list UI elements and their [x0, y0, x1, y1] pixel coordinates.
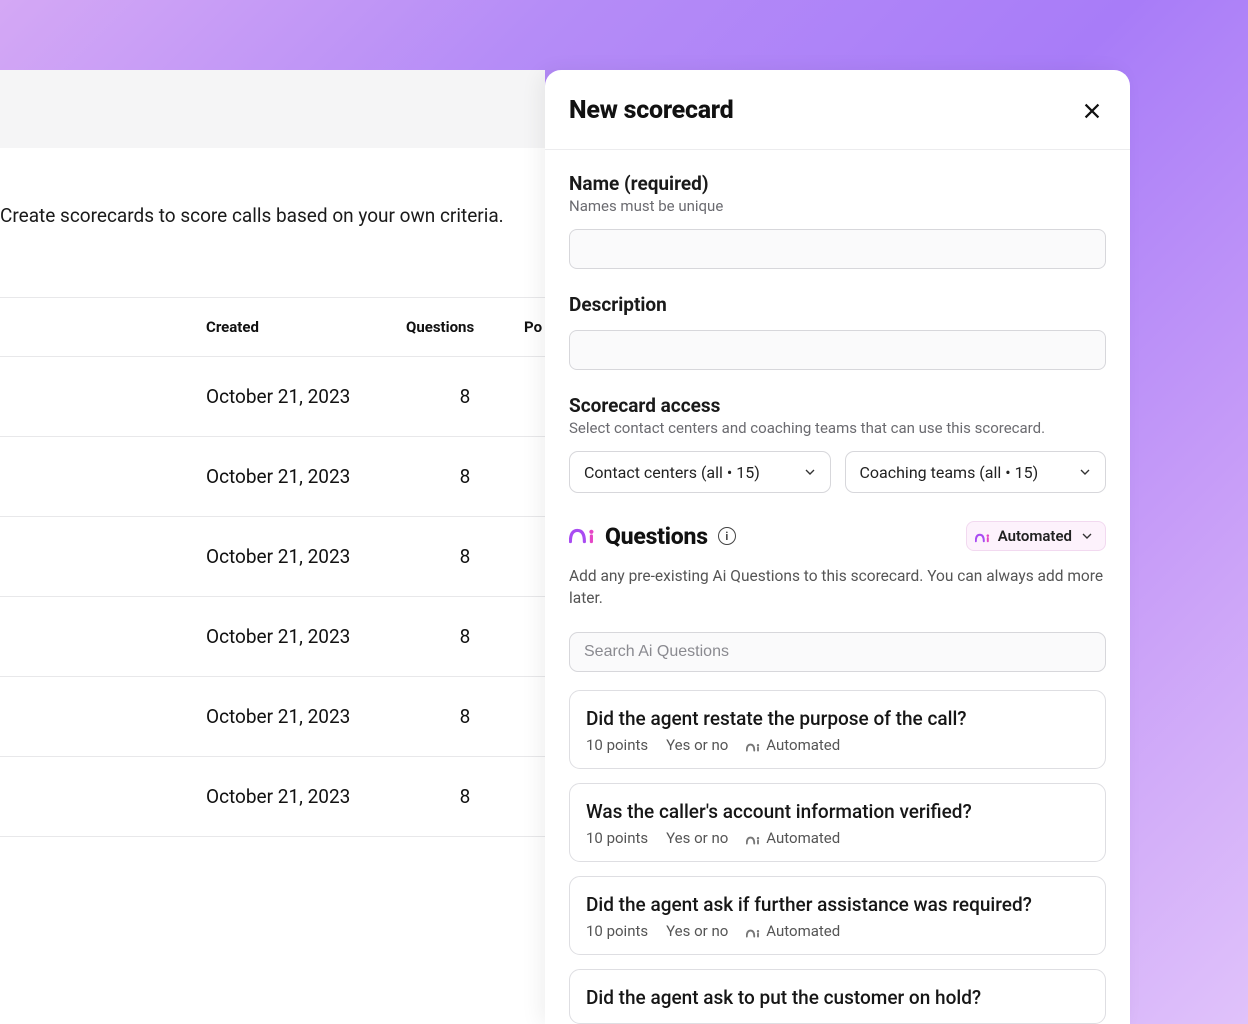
table-row[interactable]: October 21, 2023 8 — [0, 677, 545, 757]
question-card[interactable]: Did the agent ask to put the customer on… — [569, 969, 1106, 1024]
cell-questions: 8 — [406, 385, 524, 408]
cell-created: October 21, 2023 — [206, 545, 406, 568]
column-header-points[interactable]: Po — [524, 318, 544, 336]
new-scorecard-panel: New scorecard Name (required) Names must… — [545, 70, 1130, 1024]
description-input[interactable] — [569, 330, 1106, 370]
table-row[interactable]: October 21, 2023 8 — [0, 437, 545, 517]
search-questions-input[interactable] — [569, 632, 1106, 672]
ai-icon — [746, 832, 761, 843]
question-mode: Automated — [766, 922, 840, 940]
background-table: Created Questions Po October 21, 2023 8 … — [0, 297, 545, 837]
question-mode: Automated — [766, 736, 840, 754]
name-label: Name (required) — [569, 172, 1106, 195]
question-points: 10 points — [586, 922, 648, 940]
description-label: Description — [569, 293, 1106, 316]
questions-title: Questions — [605, 523, 708, 550]
column-header-created[interactable]: Created — [206, 318, 406, 336]
table-row[interactable]: October 21, 2023 8 — [0, 517, 545, 597]
close-button[interactable] — [1078, 97, 1106, 125]
chevron-down-icon — [1079, 528, 1095, 544]
info-icon[interactable]: i — [718, 527, 736, 545]
cell-created: October 21, 2023 — [206, 385, 406, 408]
question-type: Yes or no — [666, 829, 728, 847]
chevron-down-icon — [802, 464, 818, 480]
table-header-row: Created Questions Po — [0, 297, 545, 357]
coaching-teams-select[interactable]: Coaching teams (all • 15) — [845, 451, 1107, 493]
close-icon — [1081, 100, 1103, 122]
automated-filter-select[interactable]: Automated — [966, 521, 1106, 551]
questions-block: Questions i Automated — [569, 521, 1106, 1024]
table-row[interactable]: October 21, 2023 8 — [0, 597, 545, 677]
contact-centers-select-label: Contact centers (all • 15) — [584, 463, 760, 482]
contact-centers-select[interactable]: Contact centers (all • 15) — [569, 451, 831, 493]
panel-title: New scorecard — [569, 96, 733, 125]
coaching-teams-select-label: Coaching teams (all • 15) — [860, 463, 1039, 482]
question-points: 10 points — [586, 829, 648, 847]
cell-created: October 21, 2023 — [206, 465, 406, 488]
cell-questions: 8 — [406, 465, 524, 488]
panel-header: New scorecard — [545, 70, 1130, 150]
question-title: Did the agent restate the purpose of the… — [586, 707, 1089, 730]
background-page: Create scorecards to score calls based o… — [0, 70, 545, 1024]
question-title: Did the agent ask if further assistance … — [586, 893, 1089, 916]
question-type: Yes or no — [666, 736, 728, 754]
column-header-questions[interactable]: Questions — [406, 318, 524, 336]
question-card[interactable]: Did the agent restate the purpose of the… — [569, 690, 1106, 769]
ai-icon — [746, 739, 761, 750]
cell-created: October 21, 2023 — [206, 785, 406, 808]
question-type: Yes or no — [666, 922, 728, 940]
background-header-strip — [0, 70, 545, 148]
cell-created: October 21, 2023 — [206, 705, 406, 728]
ai-icon — [975, 530, 991, 542]
automated-filter-label: Automated — [998, 527, 1072, 545]
name-input[interactable] — [569, 229, 1106, 269]
cell-questions: 8 — [406, 785, 524, 808]
question-card[interactable]: Was the caller's account information ver… — [569, 783, 1106, 862]
chevron-down-icon — [1077, 464, 1093, 480]
access-field-block: Scorecard access Select contact centers … — [569, 394, 1106, 493]
cell-questions: 8 — [406, 625, 524, 648]
ai-icon — [746, 925, 761, 936]
table-row[interactable]: October 21, 2023 8 — [0, 357, 545, 437]
background-page-description: Create scorecards to score calls based o… — [0, 172, 545, 259]
table-row[interactable]: October 21, 2023 8 — [0, 757, 545, 837]
question-points: 10 points — [586, 736, 648, 754]
question-card[interactable]: Did the agent ask if further assistance … — [569, 876, 1106, 955]
access-label: Scorecard access — [569, 394, 1106, 417]
question-title: Did the agent ask to put the customer on… — [586, 986, 1089, 1009]
cell-questions: 8 — [406, 545, 524, 568]
cell-questions: 8 — [406, 705, 524, 728]
questions-help-text: Add any pre-existing Ai Questions to thi… — [569, 565, 1106, 610]
question-mode: Automated — [766, 829, 840, 847]
description-field-block: Description — [569, 293, 1106, 370]
cell-created: October 21, 2023 — [206, 625, 406, 648]
questions-list: Did the agent restate the purpose of the… — [569, 690, 1106, 1024]
name-help-text: Names must be unique — [569, 197, 1106, 215]
name-field-block: Name (required) Names must be unique — [569, 172, 1106, 269]
question-title: Was the caller's account information ver… — [586, 800, 1089, 823]
ai-icon — [569, 526, 597, 546]
access-help-text: Select contact centers and coaching team… — [569, 419, 1106, 437]
